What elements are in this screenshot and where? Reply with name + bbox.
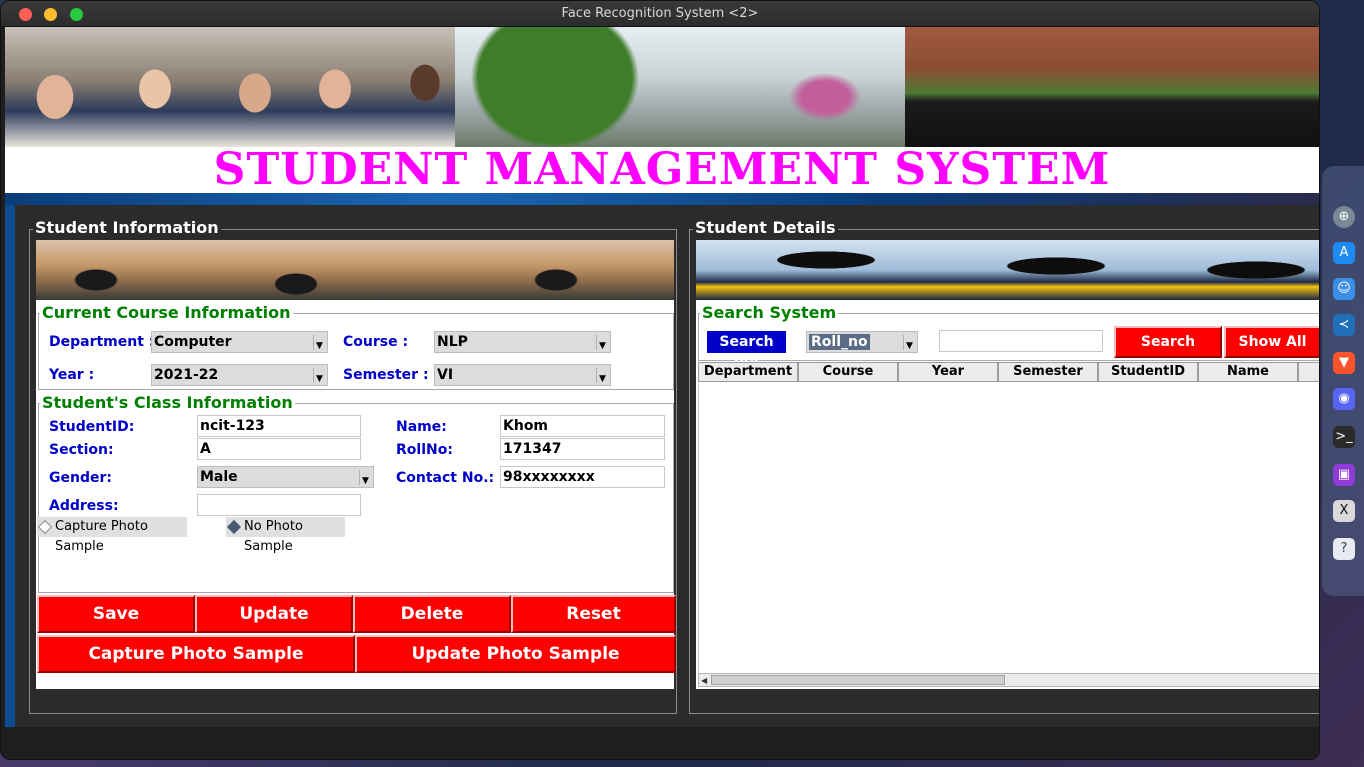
- graduates-image: [696, 240, 1319, 300]
- student-information-title: Student Information: [33, 218, 221, 237]
- class-info-title: Student's Class Information: [40, 393, 295, 412]
- no-photo-radio[interactable]: No Photo Sample: [226, 517, 345, 554]
- finder-icon[interactable]: ☺: [1333, 278, 1355, 300]
- student-details-title: Student Details: [693, 218, 838, 237]
- capture-photo-button[interactable]: Capture Photo Sample: [37, 635, 355, 673]
- address-input[interactable]: [197, 494, 361, 516]
- horizontal-scrollbar[interactable]: ◀: [698, 673, 1319, 687]
- banner-classroom-image: [5, 27, 455, 147]
- xquartz-icon[interactable]: X: [1333, 500, 1355, 522]
- address-label: Address:: [49, 498, 119, 514]
- column-header-year[interactable]: Year: [898, 362, 998, 382]
- chevron-down-icon: ▼: [313, 368, 325, 384]
- semester-value: VI: [437, 367, 454, 383]
- app-store-icon[interactable]: A: [1333, 242, 1355, 264]
- title-strip: STUDENT MANAGEMENT SYSTEM: [5, 147, 1319, 193]
- column-header-semester[interactable]: Semester: [998, 362, 1098, 382]
- name-label: Name:: [396, 419, 447, 435]
- launchpad-icon[interactable]: ⊕: [1333, 206, 1355, 228]
- show-all-button[interactable]: Show All: [1224, 326, 1319, 358]
- column-header-department[interactable]: Department: [698, 362, 798, 382]
- year-label: Year :: [49, 367, 95, 383]
- radio-checked-icon: [226, 519, 242, 535]
- terminal-icon[interactable]: >_: [1333, 426, 1355, 448]
- reset-button[interactable]: Reset: [511, 595, 676, 633]
- dock: ⊕ A ☺ ≺ ▼ ◉ >_ ▣ X ?: [1322, 166, 1364, 596]
- search-input[interactable]: [939, 330, 1103, 352]
- semester-dropdown[interactable]: VI ▼: [434, 364, 611, 386]
- gender-label: Gender:: [49, 470, 112, 486]
- update-button[interactable]: Update: [195, 595, 353, 633]
- chevron-down-icon: ▼: [596, 335, 608, 351]
- discord-icon[interactable]: ◉: [1333, 388, 1355, 410]
- year-value: 2021-22: [154, 367, 219, 383]
- contact-label: Contact No.:: [396, 470, 495, 486]
- radio-unchecked-icon: [37, 519, 53, 535]
- page-title: STUDENT MANAGEMENT SYSTEM: [213, 144, 1111, 195]
- column-header-course[interactable]: Course: [798, 362, 898, 382]
- roll-no-input[interactable]: 171347: [500, 438, 665, 460]
- help-icon[interactable]: ?: [1333, 538, 1355, 560]
- app-window: Face Recognition System <2> STUDENT MANA…: [0, 0, 1320, 760]
- table-header: Department Course Year Semester StudentI…: [698, 362, 1319, 382]
- chevron-down-icon: ▼: [359, 470, 371, 486]
- search-system-title: Search System: [700, 303, 839, 322]
- semester-label: Semester :: [343, 367, 429, 383]
- course-value: NLP: [437, 334, 468, 350]
- chevron-down-icon: ▼: [903, 335, 915, 351]
- brave-icon[interactable]: ▼: [1333, 352, 1355, 374]
- student-id-label: StudentID:: [49, 419, 135, 435]
- graduation-caps-image: [36, 240, 674, 300]
- scroll-left-icon[interactable]: ◀: [701, 676, 707, 685]
- gender-dropdown[interactable]: Male ▼: [197, 466, 374, 488]
- vscode-icon[interactable]: ≺: [1333, 314, 1355, 336]
- delete-button[interactable]: Delete: [353, 595, 511, 633]
- column-header-overflow: [1298, 362, 1319, 382]
- roll-no-label: RollNo:: [396, 442, 453, 458]
- department-dropdown[interactable]: Computer ▼: [151, 331, 328, 353]
- current-course-title: Current Course Information: [40, 303, 293, 322]
- course-dropdown[interactable]: NLP ▼: [434, 331, 611, 353]
- student-id-input[interactable]: ncit-123: [197, 415, 361, 437]
- search-by-dropdown[interactable]: Roll_no ▼: [806, 331, 918, 353]
- year-dropdown[interactable]: 2021-22 ▼: [151, 364, 328, 386]
- update-photo-button[interactable]: Update Photo Sample: [355, 635, 676, 673]
- capture-photo-radio[interactable]: Capture Photo Sample: [37, 517, 187, 554]
- department-label: Department :: [49, 334, 155, 350]
- apple-icon[interactable]: [1333, 172, 1355, 194]
- banner-graduates-image: [905, 27, 1319, 147]
- student-table-body[interactable]: [698, 383, 1319, 673]
- banner-campus-image: [455, 27, 905, 147]
- decorative-left-strip: [5, 205, 15, 727]
- gender-value: Male: [200, 469, 238, 485]
- window-title: Face Recognition System <2>: [561, 6, 759, 21]
- title-bar: Face Recognition System <2>: [1, 1, 1319, 27]
- search-by-label: Search By:: [707, 331, 786, 372]
- search-button[interactable]: Search: [1114, 326, 1222, 358]
- chevron-down-icon: ▼: [596, 368, 608, 384]
- name-input[interactable]: Khom: [500, 415, 665, 437]
- chevron-down-icon: ▼: [313, 335, 325, 351]
- section-input[interactable]: A: [197, 438, 361, 460]
- column-header-student-id[interactable]: StudentID: [1098, 362, 1198, 382]
- section-label: Section:: [49, 442, 114, 458]
- search-by-value: Roll_no: [809, 334, 870, 350]
- save-button[interactable]: Save: [37, 595, 195, 633]
- camera-icon[interactable]: ▣: [1333, 464, 1355, 486]
- column-header-name[interactable]: Name: [1198, 362, 1298, 382]
- department-value: Computer: [154, 334, 232, 350]
- scrollbar-thumb[interactable]: [711, 675, 1005, 685]
- contact-input[interactable]: 98xxxxxxxx: [500, 466, 665, 488]
- decorative-strip: [5, 193, 1319, 205]
- course-label: Course :: [343, 334, 409, 350]
